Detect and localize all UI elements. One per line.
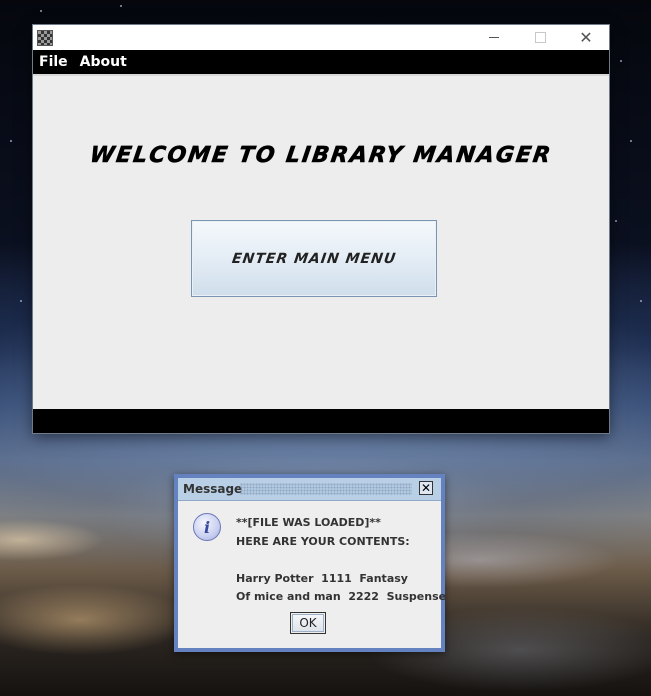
java-app-icon bbox=[37, 30, 53, 46]
menu-file[interactable]: File bbox=[33, 50, 74, 74]
maximize-button[interactable] bbox=[517, 25, 563, 50]
main-window: ✕ File About WELCOME TO LIBRARY MANAGER … bbox=[33, 25, 609, 433]
message-line: **[FILE WAS LOADED]** bbox=[236, 516, 381, 529]
message-line: Of mice and man 2222 Suspense bbox=[236, 590, 447, 603]
message-line: HERE ARE YOUR CONTENTS: bbox=[236, 534, 410, 548]
message-line: Harry Potter 1111 Fantasy bbox=[236, 571, 408, 585]
menu-bar: File About bbox=[33, 50, 609, 76]
minimize-icon bbox=[489, 37, 499, 38]
dialog-titlebar[interactable]: Message ✕ bbox=[178, 478, 441, 501]
info-icon: i bbox=[193, 513, 221, 541]
dialog-close-button[interactable]: ✕ bbox=[419, 481, 433, 495]
menu-about[interactable]: About bbox=[74, 50, 133, 74]
ok-button-label: OK bbox=[292, 614, 324, 632]
message-dialog: Message ✕ i **[FILE WAS LOADED]** HERE AR… bbox=[174, 474, 446, 652]
ok-button[interactable]: OK bbox=[290, 612, 326, 634]
window-titlebar[interactable]: ✕ bbox=[33, 25, 609, 50]
welcome-heading: WELCOME TO LIBRARY MANAGER bbox=[88, 143, 554, 169]
dialog-title-grip bbox=[240, 483, 412, 495]
close-icon: ✕ bbox=[579, 27, 593, 47]
dialog-title: Message bbox=[183, 482, 243, 496]
message-line bbox=[236, 551, 446, 570]
bottom-bar bbox=[33, 409, 609, 433]
enter-main-menu-button[interactable]: ENTER MAIN MENU bbox=[191, 220, 437, 297]
minimize-button[interactable] bbox=[471, 25, 517, 50]
maximize-icon bbox=[534, 32, 546, 43]
close-icon: ✕ bbox=[420, 481, 432, 495]
enter-main-menu-label: ENTER MAIN MENU bbox=[230, 250, 398, 267]
message-text: **[FILE WAS LOADED]** HERE ARE YOUR CONTE… bbox=[236, 514, 446, 607]
close-button[interactable]: ✕ bbox=[563, 25, 609, 50]
